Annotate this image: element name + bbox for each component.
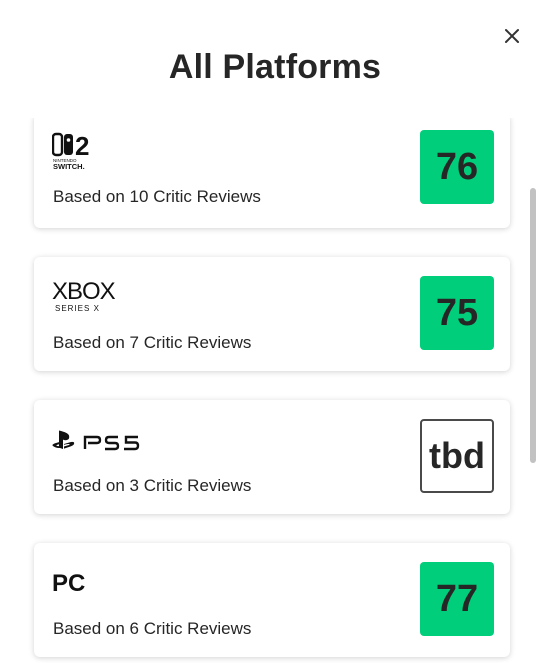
close-icon[interactable] (500, 24, 524, 48)
logo-main-text: XBOX (52, 278, 116, 305)
platform-list[interactable]: 2 NINTENDO SWITCH. Based on 10 Critic Re… (0, 118, 550, 663)
scrollbar-thumb[interactable] (530, 188, 536, 463)
critic-review-count[interactable]: Based on 3 Critic Reviews (53, 476, 251, 496)
critic-review-count[interactable]: Based on 7 Critic Reviews (53, 333, 251, 353)
logo-number: 2 (75, 131, 89, 161)
ps5-logo (52, 429, 162, 453)
platform-card-ps5[interactable]: Based on 3 Critic Reviews tbd (34, 400, 510, 514)
platform-card-switch2[interactable]: 2 NINTENDO SWITCH. Based on 10 Critic Re… (34, 118, 510, 228)
all-platforms-modal: All Platforms 2 NINTENDO SWITCH. Based o… (0, 0, 550, 663)
close-button[interactable] (500, 24, 524, 48)
modal-title: All Platforms (168, 48, 382, 86)
critic-review-count[interactable]: Based on 10 Critic Reviews (53, 187, 261, 207)
metascore-badge[interactable]: 76 (420, 130, 494, 204)
metascore-badge[interactable]: 75 (420, 276, 494, 350)
pc-logo: PC (52, 570, 86, 597)
metascore-badge[interactable]: tbd (420, 419, 494, 493)
logo-sub-text: SWITCH. (53, 162, 85, 171)
critic-review-count[interactable]: Based on 6 Critic Reviews (53, 619, 251, 639)
platform-card-pc[interactable]: PC Based on 6 Critic Reviews 77 (34, 543, 510, 657)
nintendo-switch-2-logo: 2 NINTENDO SWITCH. (51, 130, 112, 174)
xbox-series-x-logo: XBOX SERIES X (52, 276, 124, 316)
logo-sub-text: SERIES X (55, 304, 100, 313)
metascore-badge[interactable]: 77 (420, 562, 494, 636)
platform-card-xbox-series-x[interactable]: XBOX SERIES X Based on 7 Critic Reviews … (34, 257, 510, 371)
